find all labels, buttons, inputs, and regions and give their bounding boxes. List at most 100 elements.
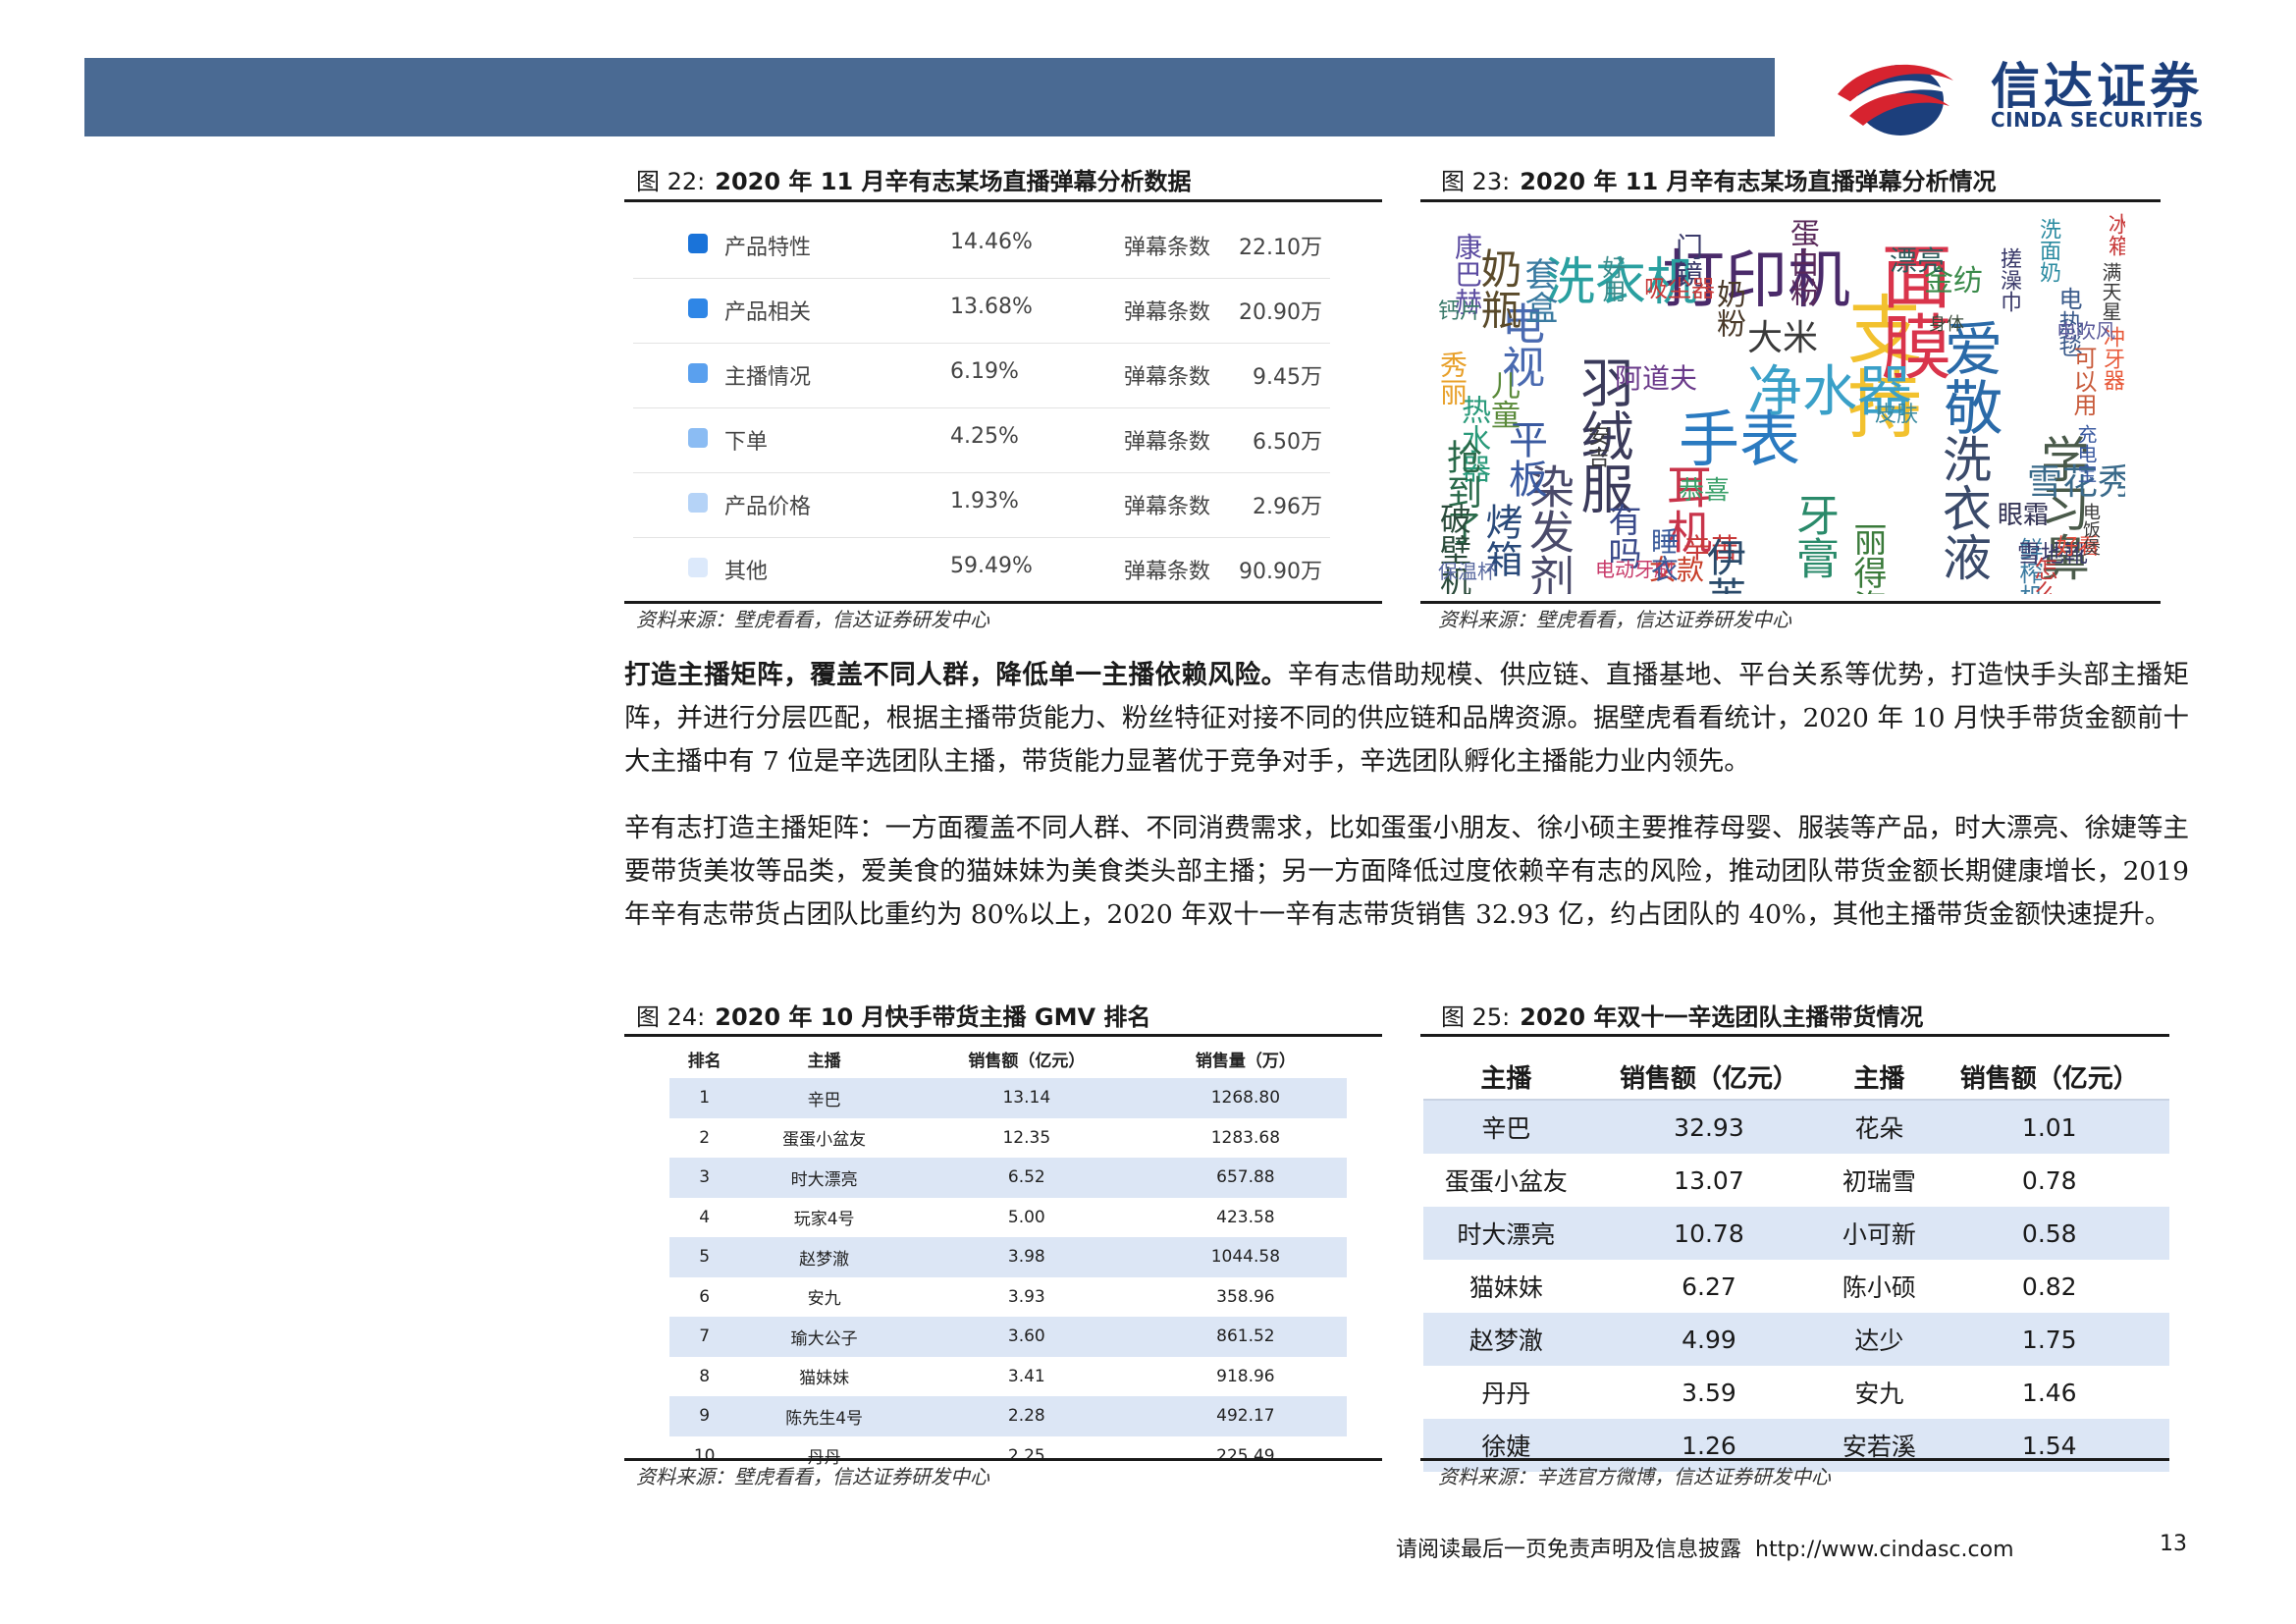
table-row: 赵梦澈 4.99 达少 1.75: [1423, 1313, 2169, 1366]
fig24-title-text: 2020 年 10 月快手带货主播 GMV 排名: [715, 1003, 1151, 1031]
table-row: 7 瑜大公子 3.60 861.52: [669, 1317, 1347, 1357]
cell-rank: 3: [669, 1158, 740, 1198]
cell-anchor: 瑜大公子: [739, 1317, 909, 1357]
word-cloud-term: 保温杯: [1438, 560, 1497, 583]
word-cloud-term: 秀丽: [1436, 351, 1468, 406]
word-cloud-term: 充电宝: [2074, 424, 2098, 483]
word-cloud-term: 冰箱: [2105, 213, 2125, 256]
row-value: 90.90万: [1239, 560, 1322, 584]
paragraph-lead: 打造主播矩阵，覆盖不同人群，降低单一主播依赖风险。: [624, 660, 1288, 690]
row-value: 22.10万: [1239, 236, 1322, 260]
row-key: 弹幕条数: [1124, 495, 1211, 519]
cell-anchor: 初瑞雪: [1842, 1167, 1916, 1196]
cell-rank: 6: [699, 1286, 711, 1307]
table-row: 时大漂亮 10.78 小可新 0.58: [1423, 1207, 2169, 1260]
row-key: 弹幕条数: [1124, 365, 1211, 390]
fig22-title-text: 2020 年 11 月辛有志某场直播弹幕分析数据: [715, 168, 1192, 195]
word-cloud-term: 伊芙: [1700, 537, 1745, 594]
fig25-number: 图 25:: [1441, 1003, 1511, 1031]
row-label: 产品价格: [724, 495, 812, 519]
cell-sales: 2.28: [908, 1396, 1145, 1436]
word-cloud-term: 阿道夫: [1615, 362, 1698, 395]
fig23-source: 资料来源：壁虎看看，信达证券研发中心: [1438, 608, 1791, 631]
word-cloud-term: 平板: [1502, 419, 1547, 498]
cell-anchor: 花朵: [1829, 1100, 1930, 1154]
cell-sales: 1.54: [1929, 1419, 2169, 1472]
cell-anchor: 小可新: [1829, 1207, 1930, 1260]
row-percent: 6.19%: [950, 359, 1019, 384]
fig25-source: 资料来源：辛选官方微博，信达证券研发中心: [1438, 1465, 1831, 1489]
cell-rank: 5: [669, 1237, 740, 1277]
cell-volume: 1044.58: [1144, 1237, 1347, 1277]
word-cloud-term: 丽得姿: [1847, 522, 1887, 594]
word-cloud-term: 电饭煲: [2080, 503, 2101, 556]
team-sales-table: 主播 销售额（亿元） 主播 销售额（亿元） 辛巴 32.93 花朵 1.01 蛋蛋小盆…: [1423, 1054, 2169, 1472]
legend-swatch: [688, 428, 708, 448]
word-cloud-term: 睡衣: [1647, 527, 1680, 582]
cell-anchor: 蛋蛋小盆友: [782, 1130, 867, 1151]
word-cloud-term: 大米: [1747, 318, 1819, 358]
word-cloud-term: 搓澡巾: [1997, 247, 2021, 312]
word-cloud-term: 奶瓶: [1474, 247, 1522, 330]
cell-sales: 3.98: [908, 1237, 1145, 1277]
word-cloud-term: 奶粉: [1711, 279, 1745, 338]
fig23-top-rule: [1420, 199, 2161, 202]
word-cloud-term: 爱敬: [1934, 318, 2002, 436]
cell-volume: 861.52: [1144, 1317, 1347, 1357]
footer-url[interactable]: http://www.cindasc.com: [1755, 1538, 2013, 1562]
fig22-number: 图 22:: [636, 168, 706, 195]
cell-sales: 0.58: [1929, 1207, 2169, 1260]
cell-anchor: 猫妹妹: [799, 1369, 850, 1389]
cell-sales: 6.52: [908, 1158, 1145, 1198]
cell-rank: 2: [699, 1127, 711, 1148]
word-cloud-term: 洗面奶: [2036, 218, 2060, 283]
cell-sales: 6.27: [1682, 1272, 1736, 1301]
table-row: 9 陈先生4号 2.28 492.17: [669, 1396, 1347, 1436]
cell-volume: 423.58: [1216, 1207, 1275, 1227]
row-percent: 4.25%: [950, 424, 1019, 449]
column-header: 销售额（亿元）: [1929, 1054, 2169, 1101]
fig23-title-text: 2020 年 11 月辛有志某场直播弹幕分析情况: [1520, 168, 1997, 195]
legend-swatch: [688, 363, 708, 383]
word-cloud-term: 满天星: [2099, 262, 2122, 321]
cell-sales: 3.41: [1007, 1366, 1045, 1386]
cell-anchor: 玩家4号: [793, 1210, 855, 1230]
cell-anchor: 辛巴: [739, 1078, 909, 1118]
column-header: 主播: [1423, 1054, 1589, 1101]
fig24-source: 资料来源：壁虎看看，信达证券研发中心: [636, 1465, 989, 1489]
cell-sales: 4.99: [1588, 1313, 1830, 1366]
row-label: 产品特性: [724, 236, 812, 260]
cell-sales: 3.59: [1682, 1378, 1736, 1407]
cell-volume: 358.96: [1216, 1286, 1275, 1307]
legend-swatch: [688, 298, 708, 318]
row-value: 2.96万: [1253, 495, 1322, 519]
cell-rank: 4: [699, 1207, 711, 1227]
cell-anchor: 时大漂亮: [1423, 1207, 1589, 1260]
danmu-row: 产品特性 14.46% 弹幕条数 22.10万: [633, 214, 1330, 279]
fig23-number: 图 23:: [1441, 168, 1511, 195]
cell-rank: 9: [669, 1396, 740, 1436]
column-header: 排名: [687, 1051, 721, 1071]
cell-sales: 1.46: [2021, 1378, 2077, 1407]
word-cloud-term: 好用: [1598, 255, 1626, 302]
cell-sales: 3.60: [908, 1317, 1145, 1357]
table-header-row: 主播 销售额（亿元） 主播 销售额（亿元）: [1423, 1054, 2169, 1101]
danmu-row: 下单 4.25% 弹幕条数 6.50万: [633, 408, 1330, 473]
cell-anchor: 丹丹: [1481, 1380, 1531, 1408]
row-percent: 59.49%: [950, 554, 1033, 578]
word-cloud-term: 套盒: [1519, 257, 1558, 324]
cell-anchor: 安若溪: [1829, 1419, 1930, 1472]
cell-anchor: 猫妹妹: [1468, 1273, 1543, 1302]
word-cloud-term: 漂亮: [1890, 244, 1946, 277]
cell-sales: 12.35: [1002, 1127, 1051, 1148]
row-label: 主播情况: [724, 365, 812, 390]
cell-volume: 225.49: [1216, 1445, 1275, 1466]
word-cloud-term: 皮肤: [1875, 403, 1919, 427]
row-value: 20.90万: [1239, 300, 1322, 325]
word-cloud-term: 儿童: [1485, 370, 1520, 429]
table-row: 丹丹 3.59 安九 1.46: [1423, 1366, 2169, 1419]
table-header-row: 排名 主播 销售额（亿元） 销售量（万）: [669, 1039, 1347, 1078]
table-row: 2 蛋蛋小盆友 12.35 1283.68: [669, 1118, 1347, 1159]
column-header: 主播: [1829, 1054, 1930, 1101]
table-row: 8 猫妹妹 3.41 918.96: [669, 1357, 1347, 1397]
